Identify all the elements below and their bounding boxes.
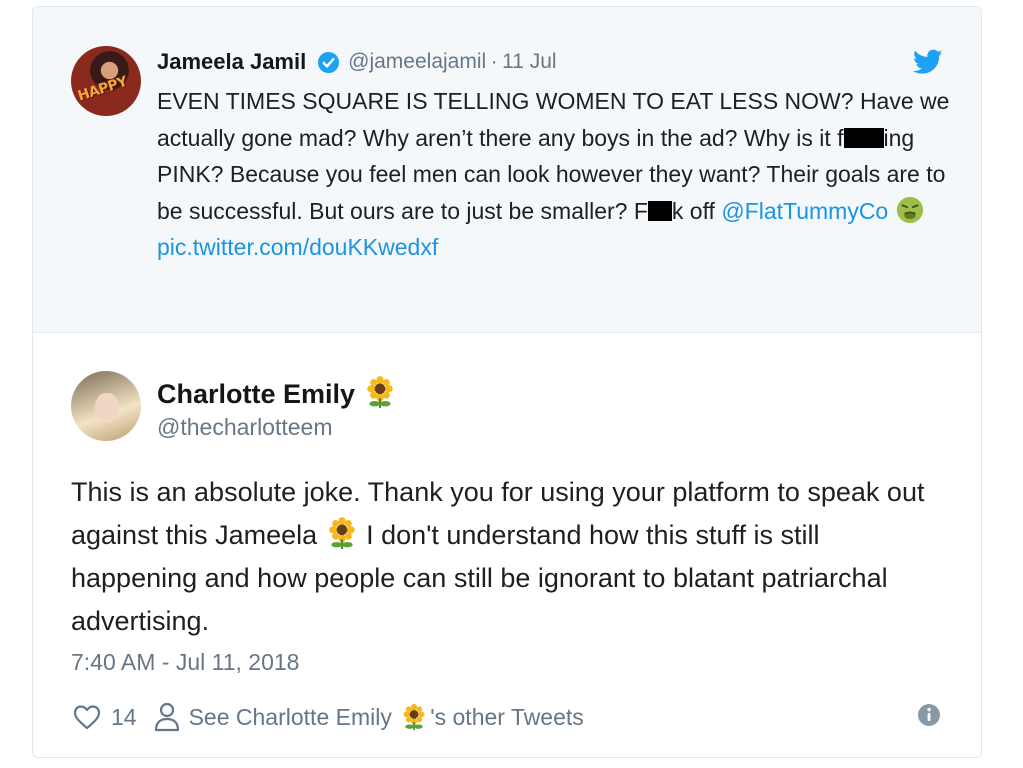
embedded-tweet-card: HAPPY Jameela Jamil @jameelajamil · 11 J… [32,6,982,758]
reply-author-name[interactable]: Charlotte Emily [157,375,397,410]
quoted-tweet[interactable]: HAPPY Jameela Jamil @jameelajamil · 11 J… [33,7,981,333]
redaction-box [647,200,672,221]
avatar-text: HAPPY [75,73,130,105]
quoted-tweet-header: Jameela Jamil @jameelajamil · 11 Jul [157,49,557,79]
redaction-box [843,127,884,148]
twitter-bird-icon[interactable] [913,49,943,75]
reply-timestamp[interactable]: 7:40 AM - Jul 11, 2018 [71,649,299,676]
jameela-avatar[interactable]: HAPPY [71,46,141,116]
reply-author-handle[interactable]: @thecharlotteem [157,414,333,441]
mention-link[interactable]: @FlatTummyCo [721,198,888,224]
nauseated-face-emoji [896,196,923,223]
verified-badge-icon [317,51,339,73]
charlotte-avatar[interactable] [71,371,141,441]
quoted-author-handle[interactable]: @jameelajamil [348,50,486,73]
sunflower-emoji [328,517,355,549]
see-tweets-suffix: 's other Tweets [430,703,584,730]
see-other-tweets-link[interactable]: See Charlotte Emily 's other Tweets [189,703,584,731]
pic-link[interactable]: pic.twitter.com/douKKwedxf [157,234,438,260]
like-count: 14 [111,703,137,730]
see-tweets-prefix: See Charlotte Emily [188,703,399,730]
quoted-author-name[interactable]: Jameela Jamil [157,49,306,74]
quoted-tweet-date[interactable]: 11 Jul [502,50,556,73]
quoted-text-part-1: EVEN TIMES SQUARE IS TELLING WOMEN TO EA… [157,88,950,151]
info-icon[interactable] [917,703,941,727]
quoted-tweet-text: EVEN TIMES SQUARE IS TELLING WOMEN TO EA… [157,83,957,266]
person-icon [154,702,179,732]
header-separator: · [490,50,498,73]
sunflower-emoji [366,376,393,408]
reply-author-name-text: Charlotte Emily [157,379,356,409]
tweet-actions: 14 See Charlotte Emily 's other Tweets [71,699,584,735]
reply-tweet-text: This is an absolute joke. Thank you for … [71,471,951,643]
heart-icon[interactable] [71,701,103,733]
quoted-text-part-3: k off [671,197,722,224]
sunflower-emoji [403,703,425,731]
